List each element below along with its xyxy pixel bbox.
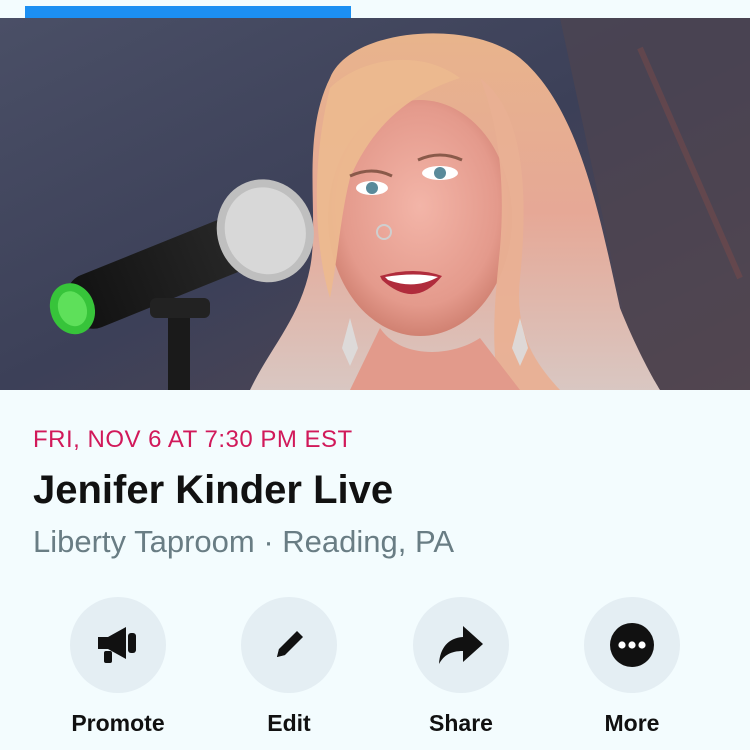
megaphone-icon <box>98 627 136 663</box>
share-button[interactable]: Share <box>386 597 536 737</box>
story-progress-track <box>0 0 750 18</box>
more-button[interactable]: More <box>557 597 707 737</box>
promote-label: Promote <box>71 710 165 736</box>
edit-button[interactable]: Edit <box>214 597 364 737</box>
promote-button[interactable]: Promote <box>43 597 193 737</box>
event-location[interactable]: Liberty Taproom · Reading, PA <box>33 522 730 562</box>
event-actions: Promote Edit Share More <box>0 597 750 747</box>
share-label: Share <box>429 710 493 736</box>
pencil-icon <box>277 631 303 657</box>
more-icon-circle <box>584 597 680 693</box>
more-dots-icon <box>610 623 654 667</box>
event-title[interactable]: Jenifer Kinder Live <box>33 466 730 514</box>
story-progress-bar <box>25 6 351 18</box>
event-info: FRI, NOV 6 AT 7:30 PM EST Jenifer Kinder… <box>33 424 730 562</box>
performer-photo <box>0 18 750 390</box>
edit-label: Edit <box>267 710 311 736</box>
edit-icon-circle <box>241 597 337 693</box>
more-label: More <box>604 710 660 736</box>
share-arrow-icon <box>439 626 483 664</box>
event-cover-photo[interactable] <box>0 18 750 390</box>
share-icon-circle <box>413 597 509 693</box>
event-date: FRI, NOV 6 AT 7:30 PM EST <box>33 426 353 453</box>
promote-icon-circle <box>70 597 166 693</box>
